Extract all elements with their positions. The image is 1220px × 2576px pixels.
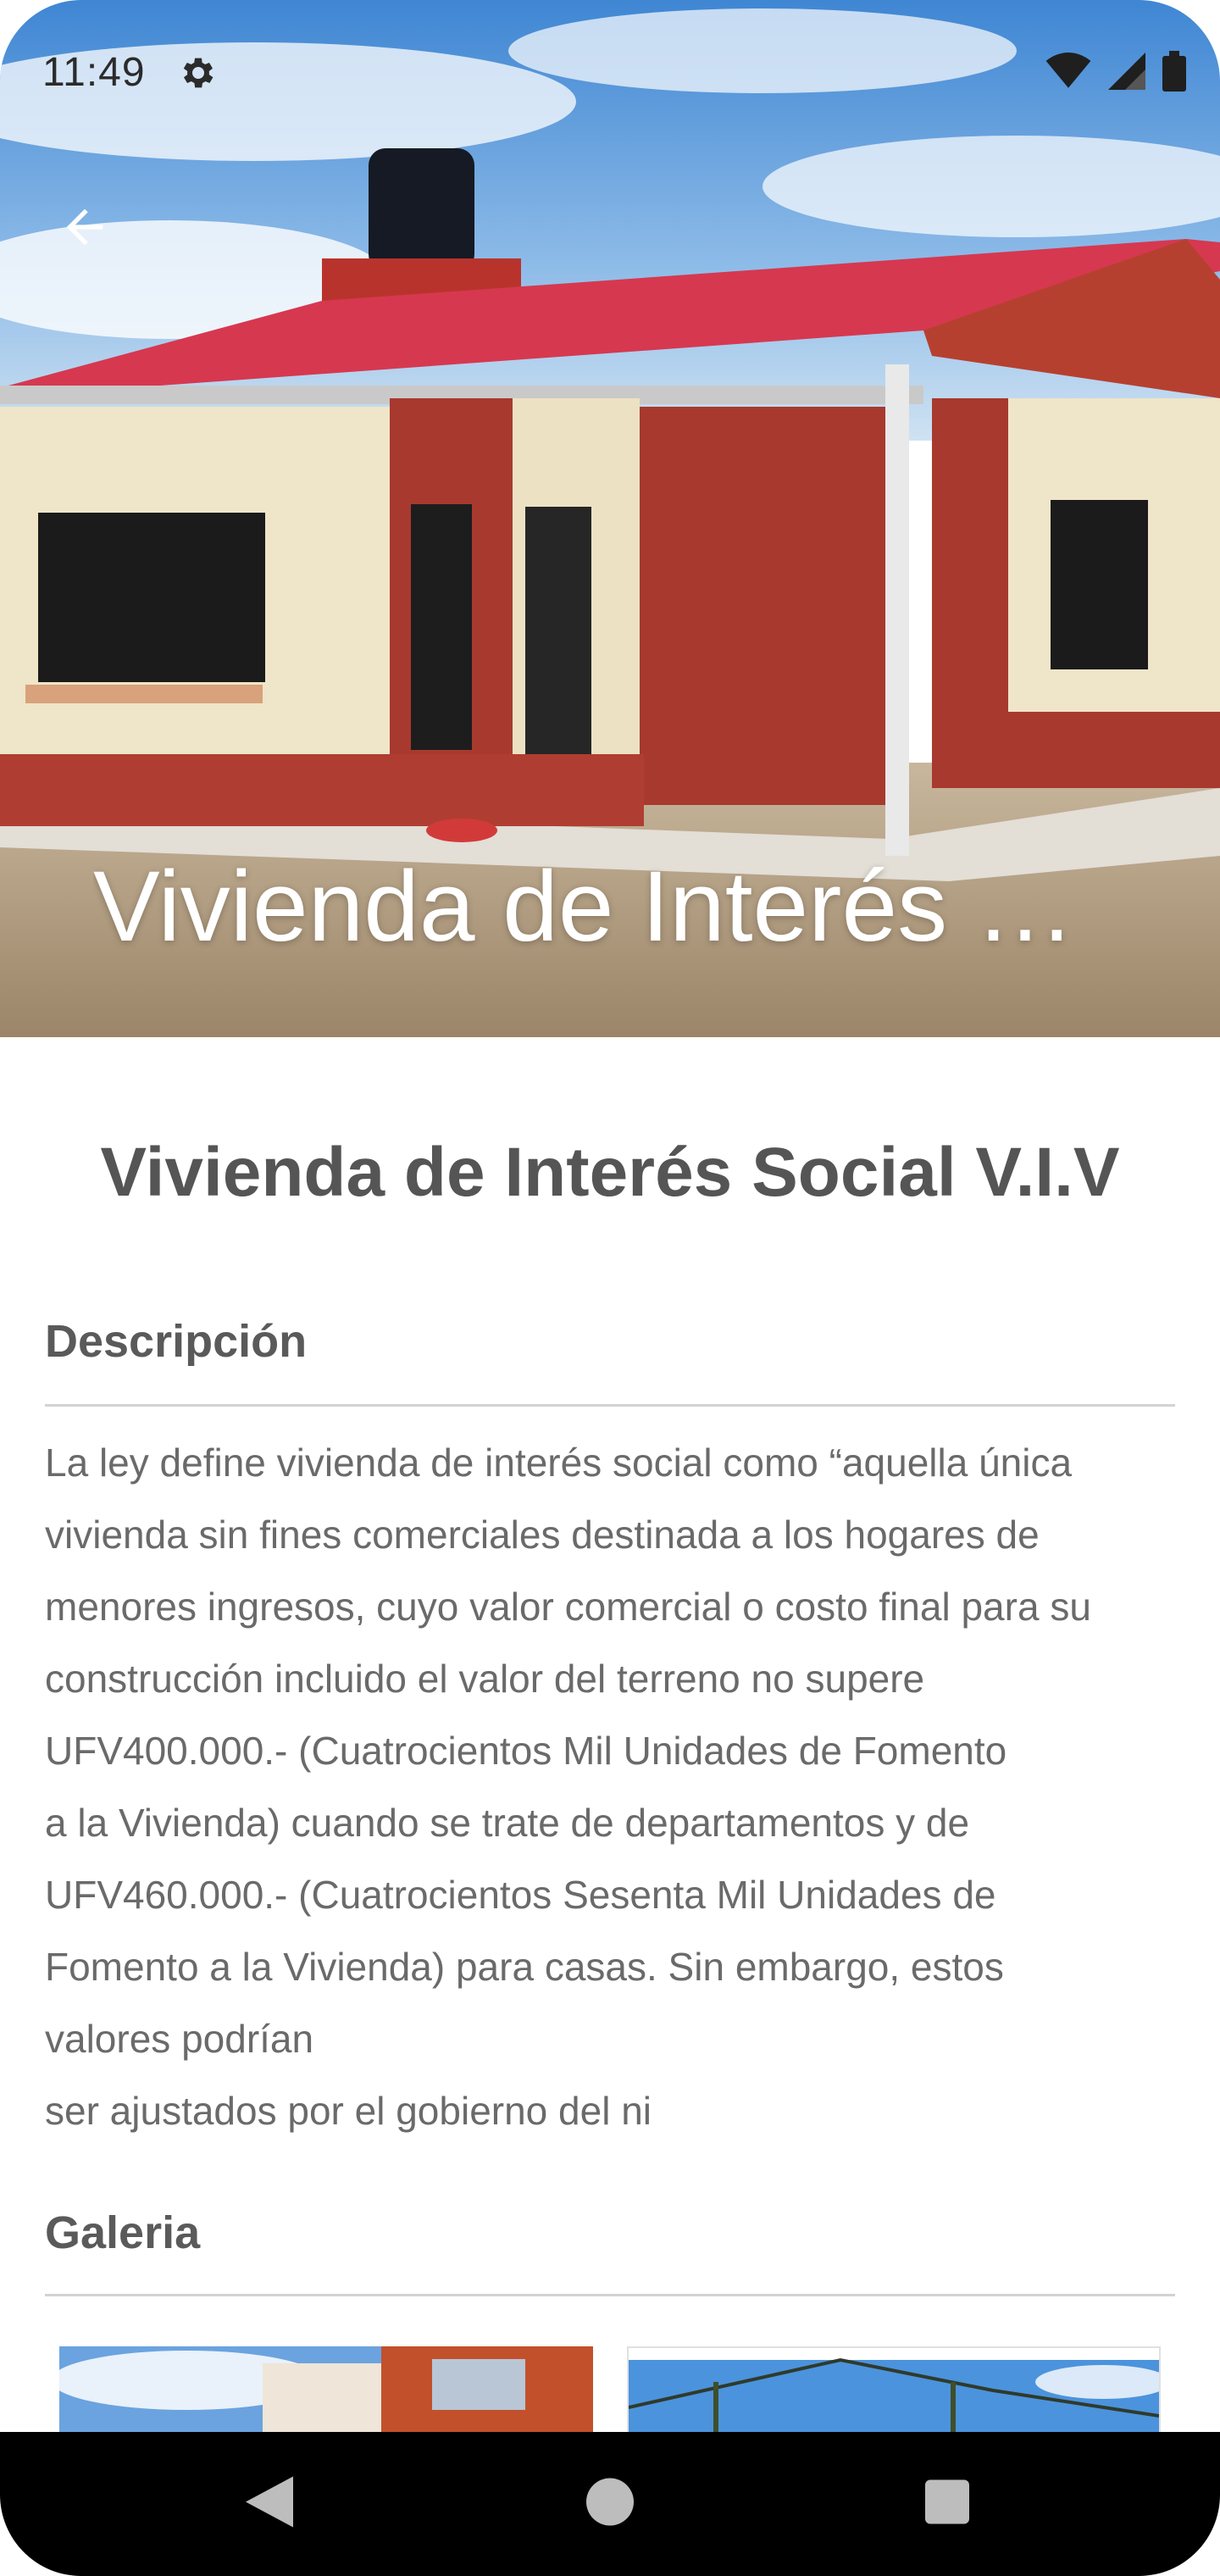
signal-icon bbox=[1108, 53, 1145, 94]
status-bar: 11:49 bbox=[0, 0, 1220, 144]
gallery-heading: Galeria bbox=[45, 2207, 201, 2258]
description-text: La ley define vivienda de interés social… bbox=[45, 1441, 1091, 2133]
home-circle-icon[interactable] bbox=[586, 2478, 634, 2530]
description-heading: Descripción bbox=[45, 1316, 308, 1367]
status-time: 11:49 bbox=[42, 50, 146, 95]
system-nav-bar bbox=[0, 2432, 1220, 2576]
screen: Vivienda de Interés S… 11:49 Vivienda de… bbox=[0, 0, 1220, 2576]
wifi-icon bbox=[1045, 53, 1091, 94]
page-title: Vivienda de Interés Social V.I.V bbox=[100, 1134, 1120, 1211]
gallery-divider bbox=[45, 2294, 1175, 2296]
back-button[interactable] bbox=[42, 186, 127, 271]
recents-square-icon[interactable] bbox=[925, 2479, 969, 2529]
back-triangle-icon[interactable] bbox=[246, 2476, 293, 2532]
hero-title: Vivienda de Interés S… bbox=[93, 851, 1135, 963]
battery-icon bbox=[1162, 51, 1186, 96]
status-icons bbox=[1045, 51, 1186, 96]
description-divider bbox=[45, 1404, 1175, 1407]
settings-gear-icon bbox=[178, 53, 219, 97]
arrow-left-icon bbox=[58, 200, 112, 258]
hero-image: Vivienda de Interés S… bbox=[0, 0, 1220, 1037]
